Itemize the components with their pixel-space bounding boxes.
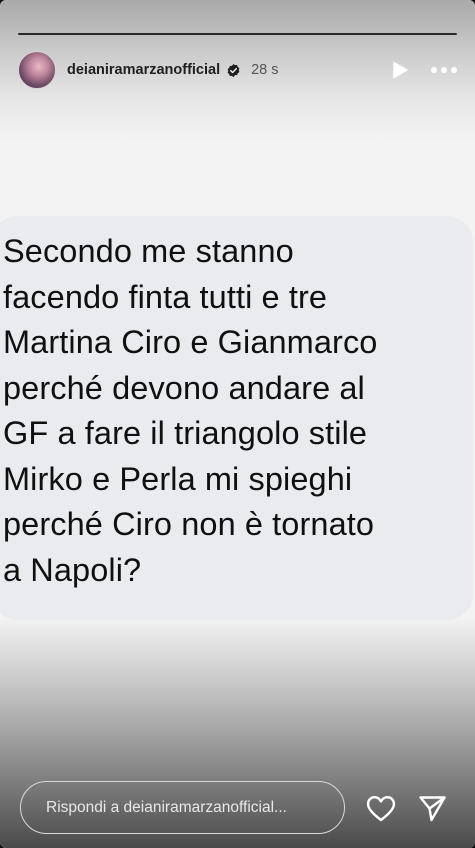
verified-badge-icon [227, 63, 240, 77]
send-icon [418, 795, 446, 821]
play-button[interactable] [385, 55, 415, 85]
like-button[interactable] [364, 792, 398, 824]
reply-placeholder: Rispondi a deianiramarzanofficial... [46, 798, 287, 816]
send-button[interactable] [416, 792, 448, 824]
heart-icon [366, 795, 396, 821]
more-options-button[interactable] [429, 55, 459, 85]
story-viewer: deianiramarzanofficial 28 s Secondo me s… [0, 0, 475, 848]
more-options-icon [431, 67, 457, 73]
story-timestamp: 28 s [251, 62, 279, 78]
avatar[interactable] [18, 51, 56, 89]
reply-input[interactable]: Rispondi a deianiramarzanofficial... [20, 781, 345, 834]
play-icon [393, 61, 408, 79]
story-progress-bar [18, 33, 457, 35]
story-header: deianiramarzanofficial 28 s [18, 50, 457, 90]
username[interactable]: deianiramarzanofficial [67, 62, 220, 78]
message-text: Secondo me stanno facendo finta tutti e … [3, 233, 378, 588]
progress-segment [18, 33, 457, 35]
